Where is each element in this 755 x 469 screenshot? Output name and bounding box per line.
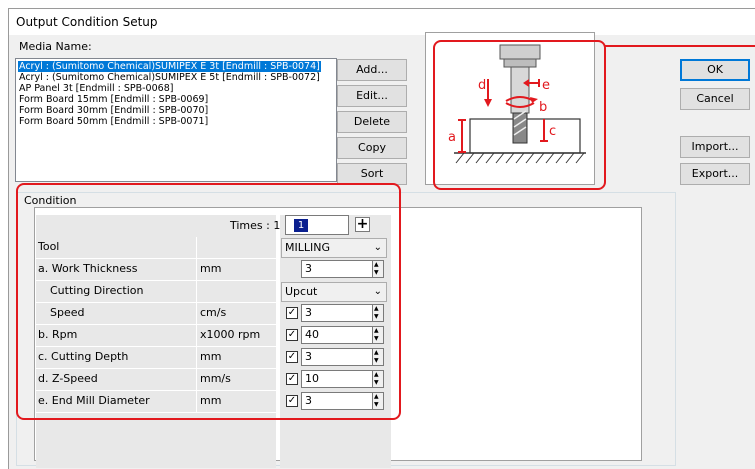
cancel-button[interactable]: Cancel xyxy=(680,88,750,110)
export-button[interactable]: Export... xyxy=(680,163,750,185)
list-item[interactable]: Form Board 30mm [Endmill : SPB-0070] xyxy=(18,105,209,116)
diagram-highlight xyxy=(433,40,606,190)
list-item[interactable]: Acryl : (Sumitomo Chemical)SUMIPEX E 5t … xyxy=(18,72,321,83)
window-title: Output Condition Setup xyxy=(16,15,158,29)
list-item[interactable]: Acryl : (Sumitomo Chemical)SUMIPEX E 3t … xyxy=(18,61,321,72)
condition-highlight xyxy=(16,183,401,420)
media-name-label: Media Name: xyxy=(19,40,92,53)
import-button[interactable]: Import... xyxy=(680,136,750,158)
title-bar: Output Condition Setup xyxy=(9,9,755,35)
highlight-connector xyxy=(605,45,755,47)
media-list[interactable]: Acryl : (Sumitomo Chemical)SUMIPEX E 3t … xyxy=(15,58,337,182)
list-item[interactable]: AP Panel 3t [Endmill : SPB-0068] xyxy=(18,83,174,94)
list-item[interactable]: Form Board 15mm [Endmill : SPB-0069] xyxy=(18,94,209,105)
sort-button[interactable]: Sort xyxy=(337,163,407,185)
add-button[interactable]: Add... xyxy=(337,59,407,81)
copy-button[interactable]: Copy xyxy=(337,137,407,159)
delete-button[interactable]: Delete xyxy=(337,111,407,133)
edit-button[interactable]: Edit... xyxy=(337,85,407,107)
list-item[interactable]: Form Board 50mm [Endmill : SPB-0071] xyxy=(18,116,209,127)
ok-button[interactable]: OK xyxy=(680,59,750,81)
